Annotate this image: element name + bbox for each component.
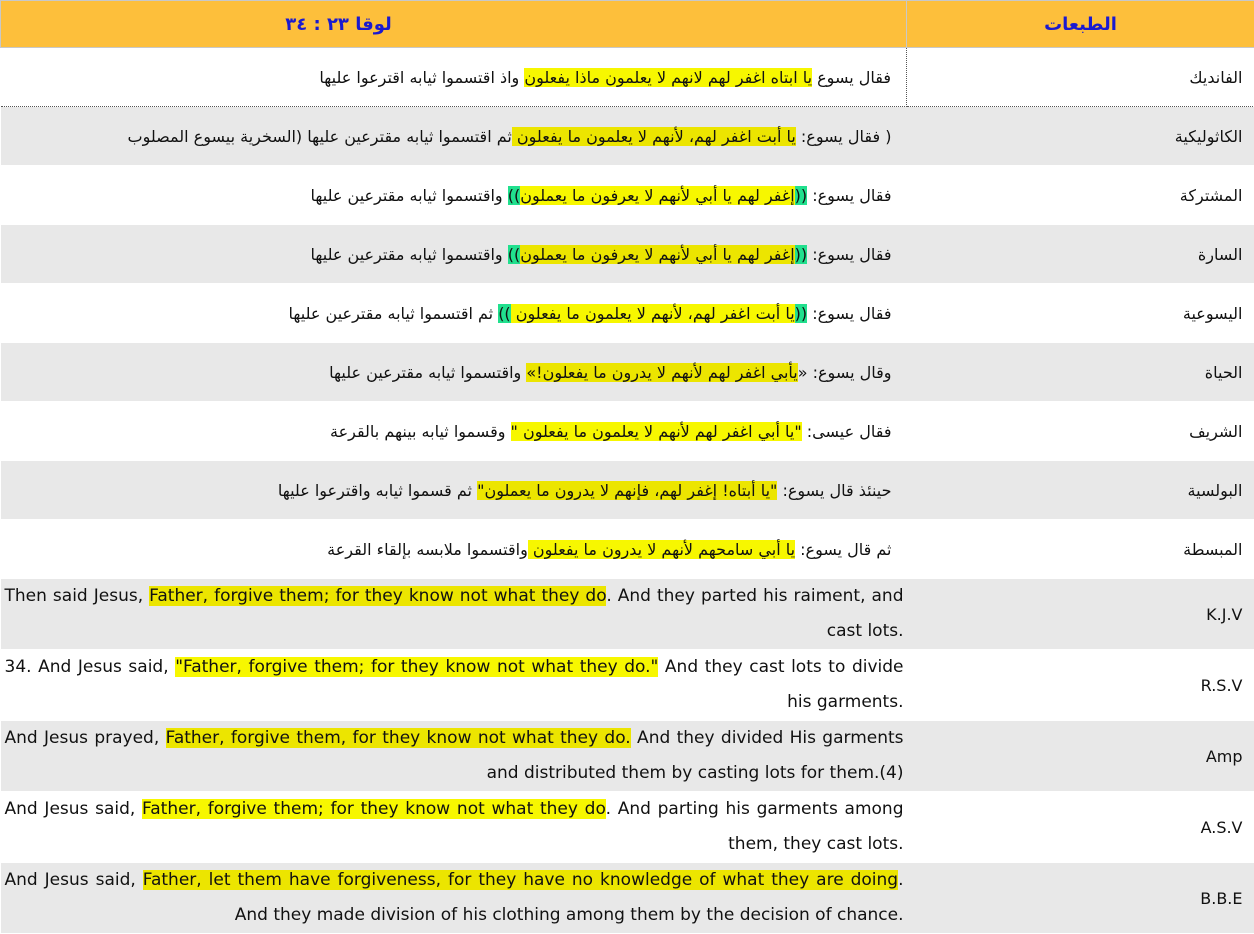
verse-text: فقال يسوع: ((يا أبت اغفر لهم، لأنهم لا ي… bbox=[1, 284, 907, 343]
table-row: فقال يسوع: ((يا أبت اغفر لهم، لأنهم لا ي… bbox=[1, 284, 1254, 343]
table-row: فقال يسوع: ((إغفر لهم يا أبي لأنهم لا يع… bbox=[1, 166, 1254, 225]
table-row: فقال يسوع: ((إغفر لهم يا أبي لأنهم لا يع… bbox=[1, 225, 1254, 284]
edition-name: R.S.V bbox=[907, 650, 1254, 721]
table-row: فقال يسوع يا ابتاه اغفر لهم لانهم لا يعل… bbox=[1, 48, 1254, 107]
edition-name: A.S.V bbox=[907, 792, 1254, 863]
verse-text: فقال يسوع: ((إغفر لهم يا أبي لأنهم لا يع… bbox=[1, 225, 907, 284]
quote-marker: (( bbox=[795, 245, 807, 264]
verse-text: ثم قال يسوع: يا أبي سامحهم لأنهم لا يدرو… bbox=[1, 520, 907, 579]
table-row: And Jesus prayed, Father, forgive them, … bbox=[1, 721, 1254, 792]
edition-name: K.J.V bbox=[907, 579, 1254, 650]
verse-text: حينئذ قال يسوع: "يا أبتاه! إغفر لهم، فإن… bbox=[1, 461, 907, 520]
verse-highlight: "يا أبي اغفر لهم لأنهم لا يعلمون ما يفعل… bbox=[511, 422, 802, 441]
edition-name: الكاثوليكية bbox=[907, 107, 1254, 166]
verse-text: ( فقال يسوع: يا أبت اغفر لهم، لأنهم لا ي… bbox=[1, 107, 907, 166]
verse-text: فقال يسوع: ((إغفر لهم يا أبي لأنهم لا يع… bbox=[1, 166, 907, 225]
verse-text: And Jesus said, Father, forgive them; fo… bbox=[1, 792, 907, 863]
table-row: حينئذ قال يسوع: "يا أبتاه! إغفر لهم، فإن… bbox=[1, 461, 1254, 520]
verse-highlight: Father, forgive them, for they know not … bbox=[166, 728, 631, 748]
table-row: Then said Jesus, Father, forgive them; f… bbox=[1, 579, 1254, 650]
verse-highlight: "يا أبتاه! إغفر لهم، فإنهم لا يدرون ما ي… bbox=[477, 481, 777, 500]
edition-name: المبسطة bbox=[907, 520, 1254, 579]
verse-comparison-table: لوقا ٢٣ : ٣٤ الطبعات فقال يسوع يا ابتاه … bbox=[0, 0, 1254, 934]
quote-marker: )) bbox=[498, 304, 510, 323]
editions-header: الطبعات bbox=[907, 1, 1254, 48]
verse-highlight: Father, let them have forgiveness, for t… bbox=[143, 870, 898, 890]
verse-highlight: يا أبت اغفر لهم، لأنهم لا يعلمون ما يفعل… bbox=[512, 127, 796, 146]
verse-highlight: إغفر لهم يا أبي لأنهم لا يعرفون ما يعملو… bbox=[520, 186, 794, 205]
verse-text: Then said Jesus, Father, forgive them; f… bbox=[1, 579, 907, 650]
verse-highlight: يا أبت اغفر لهم، لأنهم لا يعلمون ما يفعل… bbox=[511, 304, 795, 323]
verse-highlight: Father, forgive them; for they know not … bbox=[149, 586, 606, 606]
edition-name: الفانديك bbox=[907, 48, 1254, 107]
edition-name: السارة bbox=[907, 225, 1254, 284]
edition-name: البولسية bbox=[907, 461, 1254, 520]
table-row: ( فقال يسوع: يا أبت اغفر لهم، لأنهم لا ي… bbox=[1, 107, 1254, 166]
table-row: ثم قال يسوع: يا أبي سامحهم لأنهم لا يدرو… bbox=[1, 520, 1254, 579]
edition-name: B.B.E bbox=[907, 863, 1254, 934]
edition-name: المشتركة bbox=[907, 166, 1254, 225]
verse-highlight: Father, forgive them; for they know not … bbox=[142, 799, 606, 819]
quote-marker: )) bbox=[508, 186, 520, 205]
verse-text: فقال يسوع يا ابتاه اغفر لهم لانهم لا يعل… bbox=[1, 48, 907, 107]
table-row: And Jesus said, Father, let them have fo… bbox=[1, 863, 1254, 934]
quote-marker: (( bbox=[795, 186, 807, 205]
verse-highlight: "Father, forgive them; for they know not… bbox=[175, 657, 658, 677]
table-row: And Jesus said, Father, forgive them; fo… bbox=[1, 792, 1254, 863]
edition-name: اليسوعية bbox=[907, 284, 1254, 343]
edition-name: الحياة bbox=[907, 343, 1254, 402]
quote-marker: )) bbox=[508, 245, 520, 264]
verse-highlight: يأبي اغفر لهم لأنهم لا يدرون ما يفعلون!» bbox=[526, 363, 797, 382]
verse-text: وقال يسوع: «يأبي اغفر لهم لأنهم لا يدرون… bbox=[1, 343, 907, 402]
header-row: لوقا ٢٣ : ٣٤ الطبعات bbox=[1, 1, 1254, 48]
edition-name: Amp bbox=[907, 721, 1254, 792]
table-row: 34. And Jesus said, "Father, forgive the… bbox=[1, 650, 1254, 721]
verse-text: 34. And Jesus said, "Father, forgive the… bbox=[1, 650, 907, 721]
verse-reference-header: لوقا ٢٣ : ٣٤ bbox=[1, 1, 907, 48]
verse-highlight: يا ابتاه اغفر لهم لانهم لا يعلمون ماذا ي… bbox=[524, 68, 812, 87]
verse-text: And Jesus prayed, Father, forgive them, … bbox=[1, 721, 907, 792]
verse-text: And Jesus said, Father, let them have fo… bbox=[1, 863, 907, 934]
quote-marker: (( bbox=[795, 304, 807, 323]
verse-highlight: إغفر لهم يا أبي لأنهم لا يعرفون ما يعملو… bbox=[520, 245, 794, 264]
table-row: وقال يسوع: «يأبي اغفر لهم لأنهم لا يدرون… bbox=[1, 343, 1254, 402]
edition-name: الشريف bbox=[907, 402, 1254, 461]
verse-text: فقال عيسى: "يا أبي اغفر لهم لأنهم لا يعل… bbox=[1, 402, 907, 461]
table-row: فقال عيسى: "يا أبي اغفر لهم لأنهم لا يعل… bbox=[1, 402, 1254, 461]
verse-highlight: يا أبي سامحهم لأنهم لا يدرون ما يفعلون bbox=[528, 540, 795, 559]
